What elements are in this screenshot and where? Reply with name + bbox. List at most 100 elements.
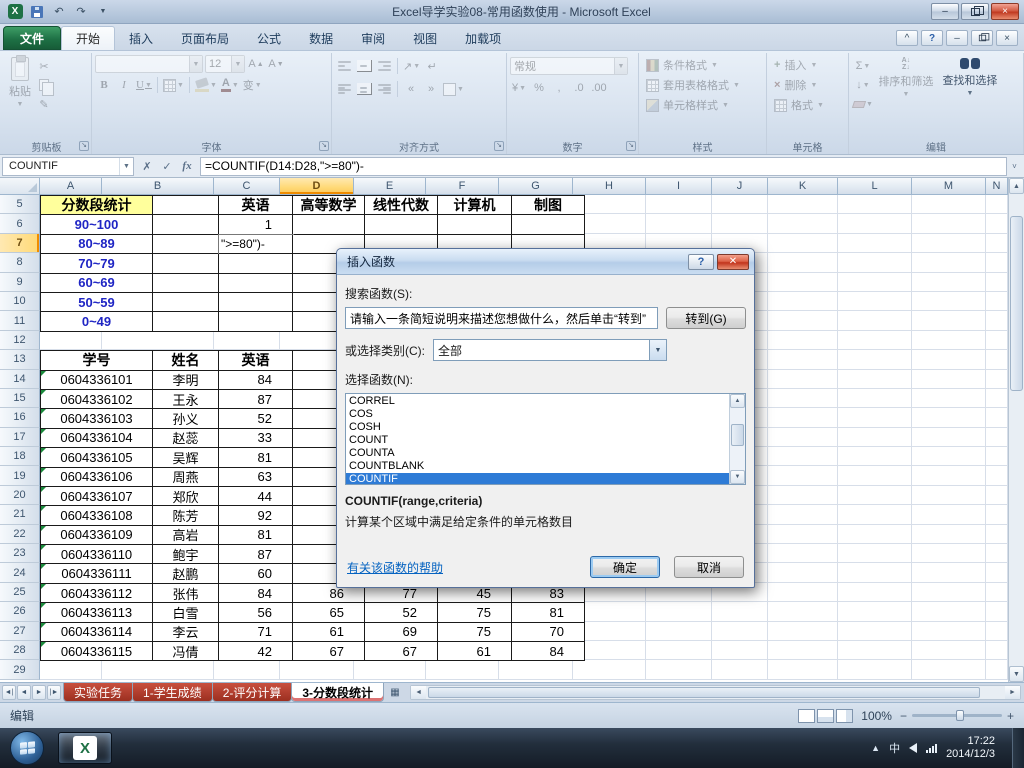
- stats-column-header[interactable]: 计算机: [438, 196, 512, 216]
- cell[interactable]: [838, 563, 912, 583]
- formula-input[interactable]: =COUNTIF(D14:D28,">=80")-: [200, 156, 1007, 176]
- align-middle-icon[interactable]: [355, 57, 373, 75]
- row-header-18[interactable]: 18: [0, 447, 40, 467]
- cell[interactable]: [219, 254, 293, 274]
- cell[interactable]: [912, 291, 986, 312]
- cell[interactable]: [838, 369, 912, 389]
- copy-icon[interactable]: [35, 76, 54, 96]
- score-cell[interactable]: 75: [438, 603, 512, 623]
- student-name-cell[interactable]: 周燕: [153, 467, 219, 487]
- cell[interactable]: [40, 660, 102, 680]
- dialog-close-icon[interactable]: ✕: [717, 253, 749, 270]
- score-cell[interactable]: 33: [219, 428, 293, 449]
- cell[interactable]: [838, 660, 912, 680]
- cell[interactable]: [768, 660, 838, 680]
- student-id-cell[interactable]: 0604336114: [41, 622, 153, 643]
- cell[interactable]: [986, 214, 1008, 234]
- undo-icon[interactable]: ↶: [50, 4, 68, 20]
- cell[interactable]: [912, 447, 986, 467]
- column-header-N[interactable]: N: [986, 178, 1008, 195]
- cell[interactable]: [838, 233, 912, 254]
- format-cells-button[interactable]: 格式 ▼: [770, 95, 828, 115]
- number-format-combo[interactable]: 常规 ▼: [510, 57, 628, 75]
- cell[interactable]: [912, 330, 986, 351]
- score-cell[interactable]: 67: [293, 642, 365, 662]
- ok-button[interactable]: 确定: [590, 556, 660, 578]
- row-header-11[interactable]: 11: [0, 311, 40, 331]
- score-cell[interactable]: 60: [219, 564, 293, 584]
- student-id-cell[interactable]: 0604336106: [41, 467, 153, 487]
- cell[interactable]: [838, 485, 912, 506]
- score-cell[interactable]: 87: [219, 545, 293, 565]
- column-header-H[interactable]: H: [573, 178, 646, 195]
- list-scroll-up-icon[interactable]: ▲: [730, 394, 745, 408]
- row-header-9[interactable]: 9: [0, 272, 40, 292]
- cell[interactable]: [153, 312, 219, 332]
- cell[interactable]: [768, 544, 838, 564]
- cell[interactable]: [986, 602, 1008, 622]
- insert-cells-button[interactable]: + 插入 ▼: [770, 55, 821, 75]
- cell[interactable]: [768, 330, 838, 351]
- increase-decimal-icon[interactable]: .0: [570, 79, 588, 97]
- cell[interactable]: [646, 660, 712, 680]
- italic-icon[interactable]: I: [115, 76, 133, 94]
- font-dialog-launcher[interactable]: ↘: [319, 141, 329, 151]
- cell[interactable]: [646, 621, 712, 641]
- score-cell[interactable]: 92: [219, 506, 293, 526]
- cell[interactable]: [293, 215, 365, 235]
- row-header-12[interactable]: 12: [0, 330, 40, 351]
- student-id-cell[interactable]: 0604336112: [41, 583, 153, 604]
- student-id-cell[interactable]: 0604336108: [41, 506, 153, 526]
- cell[interactable]: [153, 273, 219, 293]
- cell[interactable]: [912, 311, 986, 331]
- scroll-left-icon[interactable]: ◄: [411, 686, 427, 699]
- column-header-F[interactable]: F: [426, 178, 499, 195]
- cancel-button[interactable]: 取消: [674, 556, 744, 578]
- row-header-29[interactable]: 29: [0, 660, 40, 680]
- cell[interactable]: [986, 350, 1008, 370]
- score-cell[interactable]: 87: [219, 389, 293, 410]
- horizontal-scroll-thumb[interactable]: [428, 687, 980, 698]
- font-size-combo[interactable]: 12 ▼: [205, 55, 245, 73]
- cell[interactable]: [838, 505, 912, 525]
- cell[interactable]: [768, 388, 838, 409]
- list-scroll-thumb[interactable]: [731, 424, 744, 446]
- student-name-cell[interactable]: 郑欣: [153, 486, 219, 507]
- student-id-cell[interactable]: 0604336109: [41, 525, 153, 546]
- zoom-in-icon[interactable]: +: [1007, 709, 1014, 723]
- number-dialog-launcher[interactable]: ↘: [626, 141, 636, 151]
- row-header-26[interactable]: 26: [0, 602, 40, 622]
- function-option-COUNTBLANK[interactable]: COUNTBLANK: [346, 460, 729, 473]
- row-header-20[interactable]: 20: [0, 485, 40, 506]
- cell[interactable]: [912, 408, 986, 428]
- student-name-cell[interactable]: 鲍宇: [153, 545, 219, 565]
- function-option-CORREL[interactable]: CORREL: [346, 395, 729, 408]
- autosum-icon[interactable]: Σ ▼: [852, 57, 874, 75]
- cell[interactable]: [646, 640, 712, 661]
- sheet-tab-3-分数段统计[interactable]: 3-分数段统计: [291, 683, 385, 702]
- stats-range-label[interactable]: 60~69: [41, 273, 153, 293]
- cell[interactable]: [426, 660, 499, 680]
- row-header-13[interactable]: 13: [0, 350, 40, 370]
- cell[interactable]: [838, 272, 912, 292]
- cell[interactable]: [768, 291, 838, 312]
- scroll-right-icon[interactable]: ►: [1005, 686, 1020, 699]
- row-header-6[interactable]: 6: [0, 214, 40, 234]
- zoom-slider-thumb[interactable]: [955, 710, 964, 721]
- cell[interactable]: [986, 563, 1008, 583]
- student-id-cell[interactable]: 0604336102: [41, 389, 153, 410]
- cell[interactable]: [838, 621, 912, 641]
- students-column-header[interactable]: 姓名: [153, 351, 219, 371]
- currency-format-icon[interactable]: ¥ ▼: [510, 79, 528, 97]
- score-cell[interactable]: 84: [512, 642, 585, 662]
- cell[interactable]: [986, 505, 1008, 525]
- cell[interactable]: [768, 369, 838, 389]
- volume-icon[interactable]: [909, 743, 918, 753]
- student-name-cell[interactable]: 王永: [153, 389, 219, 410]
- cell[interactable]: [986, 466, 1008, 486]
- stats-column-header[interactable]: 线性代数: [365, 196, 438, 216]
- score-cell[interactable]: 52: [219, 409, 293, 429]
- name-box[interactable]: COUNTIF ▼: [2, 156, 134, 176]
- cell[interactable]: [986, 447, 1008, 467]
- cell[interactable]: [153, 292, 219, 313]
